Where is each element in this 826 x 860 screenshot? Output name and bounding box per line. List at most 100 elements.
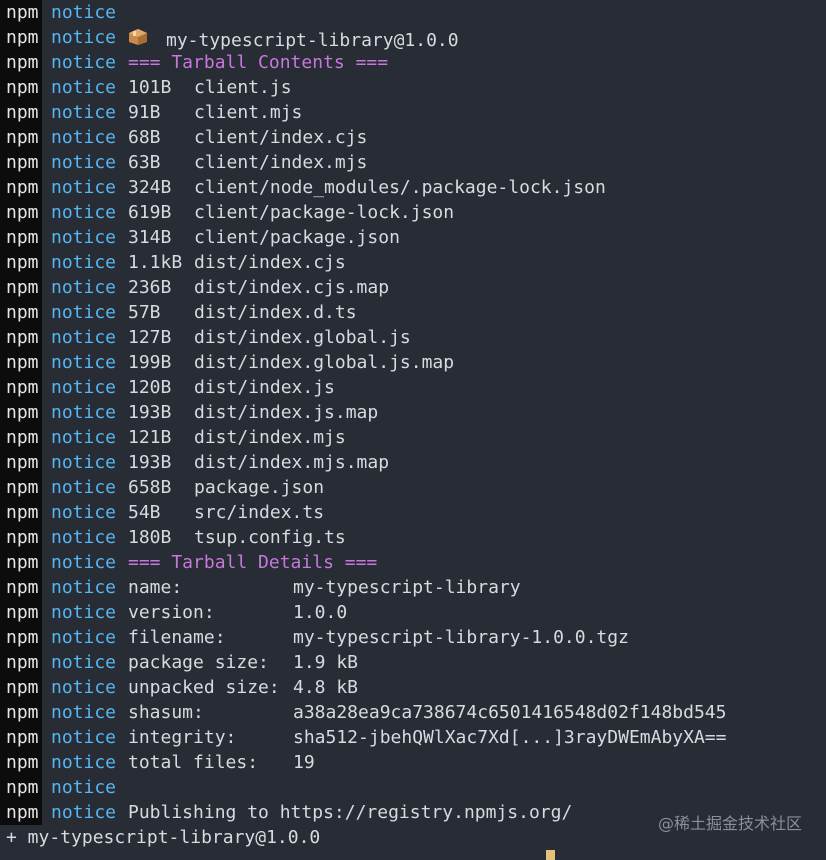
tarball-file-row: 91B client.mjs	[120, 100, 302, 125]
tarball-file-row: 127B dist/index.global.js	[120, 325, 411, 350]
npm-prefix: npm	[0, 450, 42, 475]
file-path: dist/index.mjs.map	[194, 452, 390, 473]
detail-key: name:	[128, 577, 183, 598]
notice-label: notice	[51, 127, 117, 148]
detail-value: sha512-jbehQWlXac7Xd[...]3rayDWEmAbyXA==	[293, 727, 727, 748]
notice-label: notice	[51, 202, 117, 223]
npm-prefix: npm	[0, 400, 42, 425]
tarball-file-row: 619B client/package-lock.json	[120, 200, 454, 225]
terminal-line: npm notice 314B client/package.json	[0, 225, 400, 250]
terminal-line: npm notice total files: 19	[0, 750, 315, 775]
file-size: 199B	[128, 352, 172, 373]
file-size: 180B	[128, 527, 172, 548]
file-size: 314B	[128, 227, 172, 248]
file-size: 619B	[128, 202, 172, 223]
notice-label: notice	[51, 477, 117, 498]
tarball-file-row: 236B dist/index.cjs.map	[120, 275, 389, 300]
terminal-cursor	[546, 850, 555, 860]
npm-prefix: npm	[0, 725, 42, 750]
npm-prefix: npm	[0, 375, 42, 400]
terminal-line: npm notice Publishing to https://registry.…	[0, 800, 572, 825]
tarball-detail-row: shasum: a38a28ea9ca738674c6501416548d02f1…	[120, 700, 726, 725]
tarball-file-row: 199B dist/index.global.js.map	[120, 350, 454, 375]
terminal-line: npm notice === Tarball Contents ===	[0, 50, 388, 75]
npm-prefix: npm	[0, 125, 42, 150]
file-path: client/package.json	[194, 227, 400, 248]
npm-prefix: npm	[0, 300, 42, 325]
terminal-line: npm notice 120B dist/index.js	[0, 375, 335, 400]
terminal-line: npm notice 127B dist/index.global.js	[0, 325, 411, 350]
file-path: client/node_modules/.package-lock.json	[194, 177, 606, 198]
notice-label: notice	[51, 652, 117, 673]
file-size: 324B	[128, 177, 172, 198]
detail-key: integrity:	[128, 727, 237, 748]
terminal-line: npm notice 57B dist/index.d.ts	[0, 300, 357, 325]
npm-prefix: npm	[0, 275, 42, 300]
file-path: dist/index.cjs.map	[194, 277, 390, 298]
file-size: 54B	[128, 502, 161, 523]
npm-prefix: npm	[0, 625, 42, 650]
notice-label: notice	[51, 277, 117, 298]
file-path: tsup.config.ts	[194, 527, 346, 548]
file-path: package.json	[194, 477, 325, 498]
npm-prefix: npm	[0, 650, 42, 675]
tarball-detail-row: filename: my-typescript-library-1.0.0.tgz	[120, 625, 629, 650]
terminal-line: npm notice 658B package.json	[0, 475, 324, 500]
npm-prefix: npm	[0, 250, 42, 275]
tarball-file-row: 101B client.js	[120, 75, 292, 100]
detail-key: shasum:	[128, 702, 204, 723]
npm-prefix: npm	[0, 75, 42, 100]
tarball-file-row: 193B dist/index.mjs.map	[120, 450, 389, 475]
file-path: dist/index.js	[194, 377, 335, 398]
notice-label: notice	[51, 677, 117, 698]
file-size: 1.1kB	[128, 252, 183, 273]
detail-key: total files:	[128, 752, 259, 773]
notice-label: notice	[51, 602, 117, 623]
line-content	[120, 775, 128, 800]
terminal-line: npm notice 63B client/index.mjs	[0, 150, 367, 175]
terminal-line: npm notice 324B client/node_modules/.packag…	[0, 175, 606, 200]
notice-label: notice	[51, 27, 117, 48]
publish-result: + my-typescript-library@1.0.0	[6, 827, 321, 848]
tarball-detail-row: unpacked size: 4.8 kB	[120, 675, 358, 700]
tarball-file-row: 193B dist/index.js.map	[120, 400, 378, 425]
terminal-line: npm notice 68B client/index.cjs	[0, 125, 367, 150]
notice-label: notice	[51, 52, 117, 73]
tarball-file-row: 324B client/node_modules/.package-lock.js…	[120, 175, 606, 200]
terminal-line: npm notice 180B tsup.config.ts	[0, 525, 346, 550]
terminal-line: npm notice name: my-typescript-library	[0, 575, 521, 600]
file-size: 127B	[128, 327, 172, 348]
detail-key: version:	[128, 602, 215, 623]
npm-prefix: npm	[0, 500, 42, 525]
file-path: dist/index.js.map	[194, 402, 379, 423]
file-path: client/package-lock.json	[194, 202, 455, 223]
notice-label: notice	[51, 752, 117, 773]
terminal-line: npm notice 193B dist/index.js.map	[0, 400, 378, 425]
npm-prefix: npm	[0, 600, 42, 625]
terminal-line: npm notice	[0, 0, 128, 25]
terminal-line: npm notice	[0, 775, 128, 800]
notice-label: notice	[51, 77, 117, 98]
file-path: client/index.mjs	[194, 152, 368, 173]
npm-prefix: npm	[0, 100, 42, 125]
terminal-window[interactable]: npm notice npm notice my-typescript-library@…	[0, 0, 826, 856]
file-size: 236B	[128, 277, 172, 298]
tarball-file-row: 54B src/index.ts	[120, 500, 324, 525]
tarball-detail-row: integrity: sha512-jbehQWlXac7Xd[...]3rayD…	[120, 725, 726, 750]
npm-prefix: npm	[0, 475, 42, 500]
notice-label: notice	[51, 702, 117, 723]
terminal-line: npm notice filename: my-typescript-library-…	[0, 625, 629, 650]
npm-prefix: npm	[0, 675, 42, 700]
file-path: client/index.cjs	[194, 127, 368, 148]
npm-prefix: npm	[0, 0, 42, 25]
npm-prefix: npm	[0, 350, 42, 375]
tarball-file-row: 180B tsup.config.ts	[120, 525, 346, 550]
terminal-line: npm notice === Tarball Details ===	[0, 550, 377, 575]
tarball-detail-row: package size: 1.9 kB	[120, 650, 358, 675]
notice-label: notice	[51, 102, 117, 123]
file-path: dist/index.cjs	[194, 252, 346, 273]
terminal-line: npm notice 236B dist/index.cjs.map	[0, 275, 389, 300]
notice-label: notice	[51, 627, 117, 648]
terminal-line: npm notice version: 1.0.0	[0, 600, 347, 625]
terminal-line: npm notice package size: 1.9 kB	[0, 650, 358, 675]
